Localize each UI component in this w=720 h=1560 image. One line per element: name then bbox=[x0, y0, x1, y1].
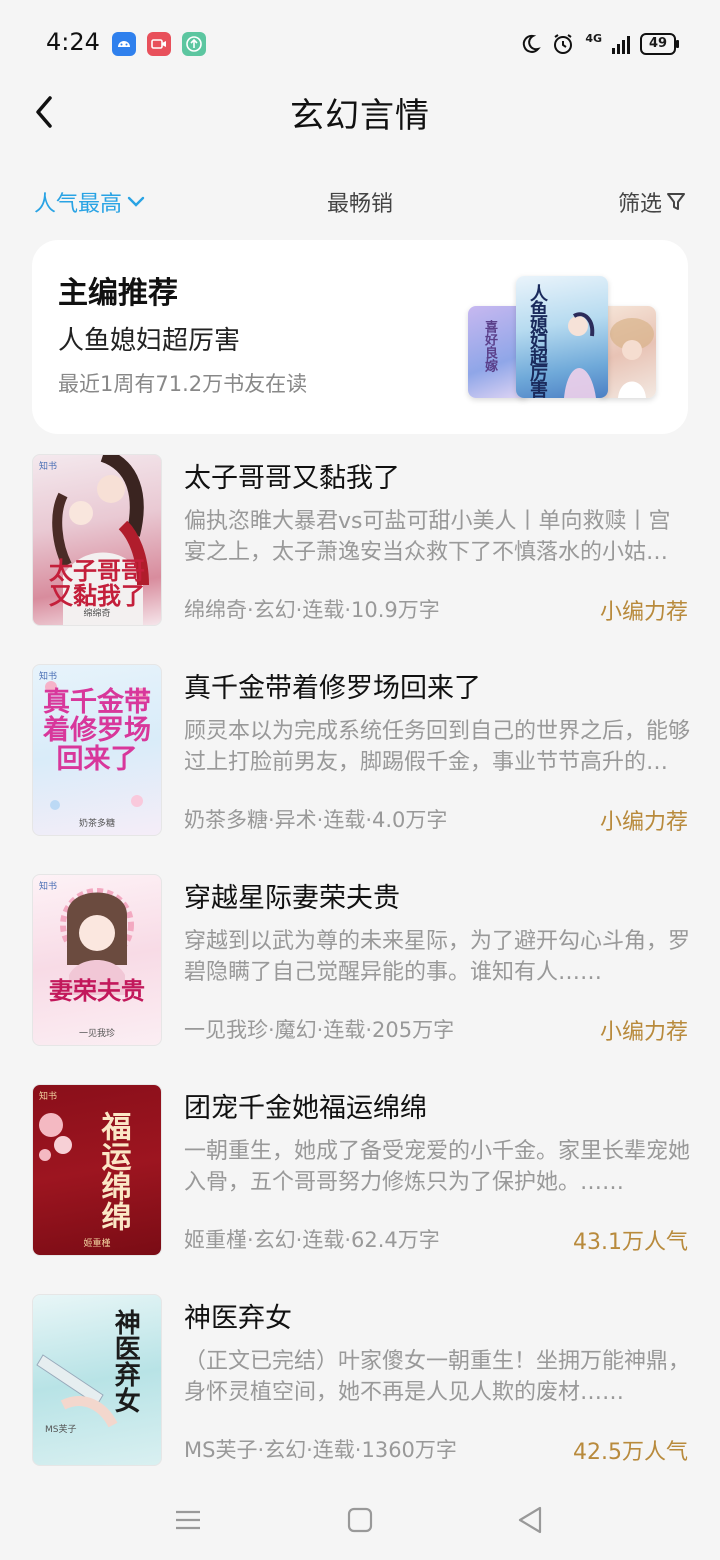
page-title: 玄幻言情 bbox=[290, 96, 430, 136]
featured-cover-center[interactable]: 人鱼媳妇超厉害 bbox=[516, 276, 608, 398]
featured-book-title: 人鱼媳妇超厉害 bbox=[58, 326, 241, 356]
book-badge: 小编力荐 bbox=[599, 810, 688, 835]
filter-icon bbox=[667, 193, 685, 210]
menu-icon bbox=[176, 1510, 200, 1530]
book-cover: 知书 福运绵绵 姬重槿 bbox=[32, 1084, 162, 1256]
book-meta: 姬重槿·玄幻·连载·62.4万字 bbox=[184, 1228, 440, 1252]
chevron-down-icon bbox=[127, 196, 145, 207]
book-description: 一朝重生，她成了备受宠爱的小千金。家里长辈宠她入骨，五个哥哥努力修炼只为了保护她… bbox=[184, 1139, 690, 1195]
recent-apps-button[interactable] bbox=[168, 1500, 208, 1540]
status-bar: 4:24 4G 49 bbox=[0, 0, 720, 88]
book-item[interactable]: 神医弃女 MS芙子 神医弃女 （正文已完结）叶家傻女一朝重生！坐拥万能神鼎，身怀… bbox=[32, 1294, 690, 1466]
book-item[interactable]: 知书 太子哥哥又黏我了 绵绵奇 太子哥哥又黏我了 偏执恣睢大暴君vs可盐可甜小美… bbox=[32, 454, 688, 626]
signal-icon bbox=[612, 34, 630, 54]
book-item[interactable]: 知书 真千金带着修罗场回来了 奶茶多糖 真千金带着修罗场回来了 顾灵本以为完成系… bbox=[32, 664, 690, 836]
book-cover: 神医弃女 MS芙子 bbox=[32, 1294, 162, 1466]
system-back-button[interactable] bbox=[510, 1500, 550, 1540]
book-cover: 知书 真千金带着修罗场回来了 奶茶多糖 bbox=[32, 664, 162, 836]
triangle-back-icon bbox=[518, 1506, 542, 1534]
book-cover: 知书 太子哥哥又黏我了 绵绵奇 bbox=[32, 454, 162, 626]
alarm-icon bbox=[554, 34, 573, 54]
status-time: 4:24 bbox=[46, 28, 100, 56]
book-description: 顾灵本以为完成系统任务回到自己的世界之后，能够过上打脸前男友，脚踢假千金，事业节… bbox=[184, 719, 690, 775]
featured-readers: 最近1周有71.2万书友在读 bbox=[58, 372, 308, 396]
book-cover: 知书 妻荣夫贵 一见我珍 bbox=[32, 874, 162, 1046]
book-title: 神医弃女 bbox=[184, 1303, 292, 1334]
book-meta: 绵绵奇·玄幻·连载·10.9万字 bbox=[184, 598, 440, 622]
book-description: 偏执恣睢大暴君vs可盐可甜小美人丨单向救赎丨宫宴之上，太子萧逸安当众救下了不慎落… bbox=[184, 509, 671, 565]
book-meta: 奶茶多糖·异术·连载·4.0万字 bbox=[184, 808, 448, 832]
network-type: 4G bbox=[585, 31, 602, 45]
book-badge: 43.1万人气 bbox=[573, 1230, 688, 1255]
book-meta: 一见我珍·魔幻·连载·205万字 bbox=[184, 1018, 455, 1042]
book-title: 穿越星际妻荣夫贵 bbox=[184, 883, 400, 914]
book-title: 太子哥哥又黏我了 bbox=[184, 463, 400, 494]
book-item[interactable]: 知书 妻荣夫贵 一见我珍 穿越星际妻荣夫贵 穿越到以武为尊的未来星际，为了避开勾… bbox=[32, 874, 690, 1046]
system-nav-bar bbox=[0, 1490, 720, 1550]
book-badge: 小编力荐 bbox=[599, 600, 688, 625]
sort-bestseller-tab[interactable]: 最畅销 bbox=[327, 192, 393, 217]
book-description: （正文已完结）叶家傻女一朝重生！坐拥万能神鼎，身怀灵植空间，她不再是人见人欺的废… bbox=[184, 1349, 690, 1405]
featured-heading: 主编推荐 bbox=[58, 276, 178, 311]
book-meta: MS芙子·玄幻·连载·1360万字 bbox=[184, 1438, 457, 1462]
home-button[interactable] bbox=[340, 1500, 380, 1540]
sort-popular-label: 人气最高 bbox=[34, 192, 123, 217]
upload-icon bbox=[182, 32, 206, 56]
filter-button[interactable]: 筛选 bbox=[618, 186, 686, 218]
filter-label: 筛选 bbox=[617, 192, 662, 217]
book-item[interactable]: 知书 福运绵绵 姬重槿 团宠千金她福运绵绵 一朝重生，她成了备受宠爱的小千金。家… bbox=[32, 1084, 690, 1256]
status-indicators: 4G 49 bbox=[519, 30, 679, 58]
sort-bar: 人气最高 最畅销 筛选 bbox=[0, 182, 720, 222]
book-badge: 小编力荐 bbox=[599, 1020, 688, 1045]
book-badge: 42.5万人气 bbox=[573, 1440, 688, 1465]
book-title: 团宠千金她福运绵绵 bbox=[184, 1093, 427, 1124]
sort-popular-tab[interactable]: 人气最高 bbox=[34, 186, 146, 218]
book-title: 真千金带着修罗场回来了 bbox=[184, 673, 481, 704]
editor-recommend-card[interactable]: 主编推荐 人鱼媳妇超厉害 最近1周有71.2万书友在读 喜好良嫁 人鱼媳妇超厉害 bbox=[32, 240, 688, 434]
battery-icon: 49 bbox=[640, 33, 679, 55]
home-square-icon bbox=[347, 1507, 373, 1533]
android-app-icon bbox=[112, 32, 136, 56]
book-description: 穿越到以武为尊的未来星际，为了避开勾心斗角，罗碧隐瞒了自己觉醒异能的事。谁知有人… bbox=[184, 929, 690, 985]
moon-icon bbox=[523, 34, 542, 53]
screen-record-icon bbox=[147, 32, 171, 56]
